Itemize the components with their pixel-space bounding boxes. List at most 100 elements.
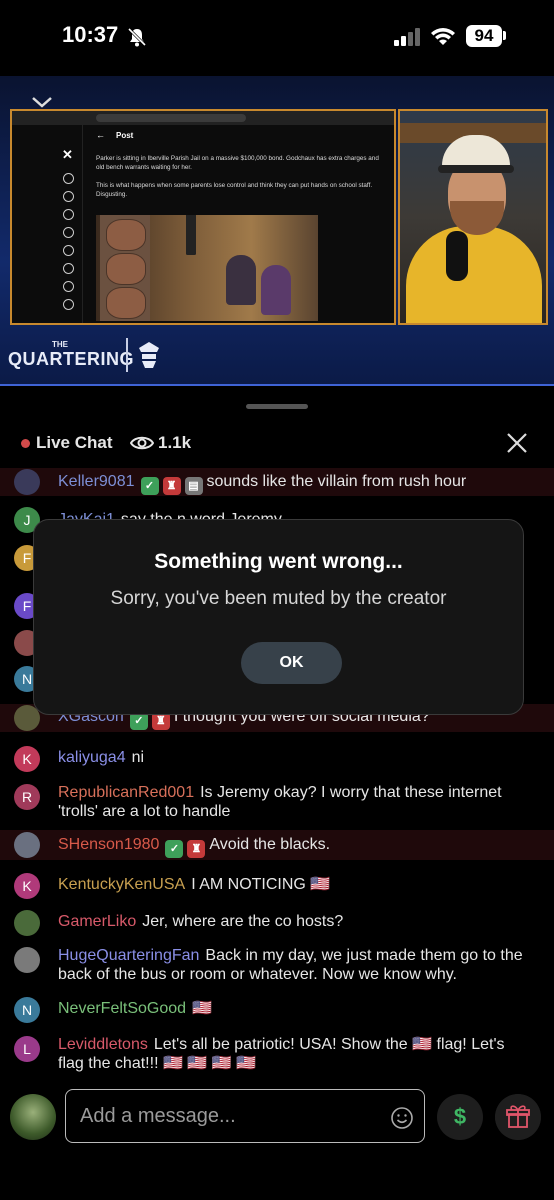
chat-message-text: Leviddletons Let's all be patriotic! USA!… — [58, 1035, 534, 1073]
post-header: Post — [116, 131, 134, 140]
search-icon — [63, 191, 74, 202]
logo-the: THE — [52, 340, 68, 349]
emoji-icon[interactable] — [390, 1106, 414, 1130]
red-badge-icon: ♜ — [187, 840, 206, 858]
chevron-down-icon[interactable] — [30, 94, 54, 110]
mugshot-column — [100, 215, 150, 321]
live-indicator-dot — [21, 439, 30, 448]
viewer-count: 1.1k — [158, 433, 192, 452]
chat-username[interactable]: HugeQuarteringFan — [58, 947, 199, 964]
chat-avatar[interactable] — [14, 832, 40, 858]
chat-avatar[interactable]: K — [14, 873, 40, 899]
modal-title: Something went wrong... — [154, 550, 403, 573]
gift-icon[interactable] — [495, 1094, 541, 1140]
person-figure — [186, 215, 196, 255]
mugshot — [106, 219, 146, 251]
chat-avatar[interactable]: L — [14, 1036, 40, 1062]
chat-message[interactable]: Keller9081 ✓ ♜ ▤ sounds like the villain fro… — [0, 468, 554, 496]
chat-message-text: RepublicanRed001 Is Jeremy okay? I worry … — [58, 783, 534, 821]
chat-message[interactable]: L Leviddletons Let's all be patriotic! USA… — [0, 1032, 554, 1076]
more-icon — [63, 299, 74, 310]
microphone — [446, 231, 468, 281]
modal-message: Sorry, you've been muted by the creator — [110, 588, 447, 609]
status-time: 10:37 — [62, 22, 119, 47]
gray-badge-icon: ▤ — [184, 477, 203, 495]
chat-message[interactable]: K KentuckyKenUSA I AM NOTICING 🇺🇸 — [0, 871, 554, 899]
chat-message-text: NeverFeltSoGood 🇺🇸 — [58, 999, 534, 1018]
chat-message[interactable]: SHenson1980 ✓ ♜ Avoid the blacks. — [0, 830, 554, 860]
live-chat-title: Live Chat — [36, 433, 113, 452]
browser-toolbar — [12, 111, 394, 125]
chat-username[interactable]: Keller9081 — [58, 473, 135, 490]
chat-message[interactable]: N NeverFeltSoGood 🇺🇸 — [0, 994, 554, 1024]
bell-off-icon — [127, 27, 147, 47]
chat-text: Avoid the blacks. — [209, 836, 331, 853]
tip-button[interactable]: $ — [437, 1094, 483, 1140]
chat-avatar[interactable] — [14, 910, 40, 936]
chat-avatar[interactable]: N — [14, 997, 40, 1023]
chat-text: ni — [131, 749, 145, 766]
logo-name: QUARTERING — [8, 349, 134, 369]
person-figure — [226, 255, 256, 305]
chat-message-text: HugeQuarteringFan Back in my day, we just… — [58, 946, 534, 984]
chat-avatar[interactable]: K — [14, 746, 40, 772]
red-badge-icon: ♜ — [162, 477, 181, 495]
people-icon — [63, 227, 74, 238]
logo-mask-icon — [139, 342, 159, 368]
chat-text: Jer, where are the co hosts? — [142, 913, 344, 930]
chat-username[interactable]: KentuckyKenUSA — [58, 876, 185, 893]
screen-share-frame: ✕ ← Post Parker is sitting in Iberville … — [10, 109, 396, 325]
post-image — [96, 215, 318, 321]
x-logo-icon: ✕ — [62, 147, 73, 162]
chat-message-text: SHenson1980 ✓ ♜ Avoid the blacks. — [58, 835, 534, 858]
chat-avatar[interactable]: R — [14, 784, 40, 810]
chat-text: sounds like the villain from rush hour — [206, 473, 467, 490]
error-modal: Something went wrong... Sorry, you've be… — [33, 519, 524, 715]
chat-avatar[interactable] — [14, 469, 40, 495]
wifi-icon — [431, 28, 455, 45]
chat-username[interactable]: NeverFeltSoGood — [58, 1000, 186, 1017]
green-badge-icon: ✓ — [165, 840, 184, 858]
streamer-cap-bill — [438, 165, 514, 173]
message-input-placeholder: Add a message... — [80, 1105, 236, 1127]
sheet-drag-handle[interactable] — [246, 404, 308, 409]
video-player[interactable]: ✕ ← Post Parker is sitting in Iberville … — [0, 76, 554, 386]
chat-message-text: GamerLiko Jer, where are the co hosts? — [58, 912, 534, 931]
home-icon — [63, 173, 74, 184]
chat-username[interactable]: RepublicanRed001 — [58, 784, 194, 801]
chat-message[interactable]: GamerLiko Jer, where are the co hosts? — [0, 908, 554, 936]
x-sidebar: ✕ — [12, 125, 83, 323]
video-progress-bar[interactable] — [0, 384, 554, 386]
chat-avatar[interactable] — [14, 947, 40, 973]
cellular-signal-icon — [394, 28, 420, 46]
chat-message[interactable]: HugeQuarteringFan Back in my day, we just… — [0, 943, 554, 987]
mugshot — [106, 253, 146, 285]
user-avatar[interactable] — [10, 1094, 56, 1140]
chat-text: 🇺🇸 — [192, 1000, 212, 1017]
post-text: Parker is sitting in Iberville Parish Ja… — [96, 155, 379, 198]
chat-username[interactable]: kaliyuga4 — [58, 749, 126, 766]
chat-message[interactable]: R RepublicanRed001 Is Jeremy okay? I worry… — [0, 780, 554, 824]
chat-username[interactable]: SHenson1980 — [58, 836, 159, 853]
chat-username[interactable]: Leviddletons — [58, 1036, 148, 1053]
profile-icon — [63, 281, 74, 292]
message-input[interactable]: Add a message... — [65, 1089, 425, 1143]
chat-text: I AM NOTICING 🇺🇸 — [191, 876, 331, 893]
eye-icon — [130, 436, 154, 450]
streamer-hoodie — [406, 226, 542, 323]
chat-message[interactable]: Kkaliyuga4 ni — [0, 744, 554, 772]
chat-message-text: Keller9081 ✓ ♜ ▤ sounds like the villain fro… — [58, 472, 534, 495]
webcam-frame — [398, 109, 548, 325]
browser-url-field — [96, 114, 246, 122]
chat-username[interactable]: GamerLiko — [58, 913, 136, 930]
ok-button[interactable]: OK — [241, 642, 342, 684]
messages-icon — [63, 245, 74, 256]
battery-tip — [503, 31, 506, 40]
battery-indicator: 94 — [466, 25, 502, 47]
person-figure — [261, 265, 291, 315]
grok-icon — [63, 263, 74, 274]
logo-divider — [126, 338, 128, 372]
back-arrow-icon: ← — [96, 130, 105, 140]
notifications-icon — [63, 209, 74, 220]
close-icon[interactable] — [505, 431, 529, 455]
